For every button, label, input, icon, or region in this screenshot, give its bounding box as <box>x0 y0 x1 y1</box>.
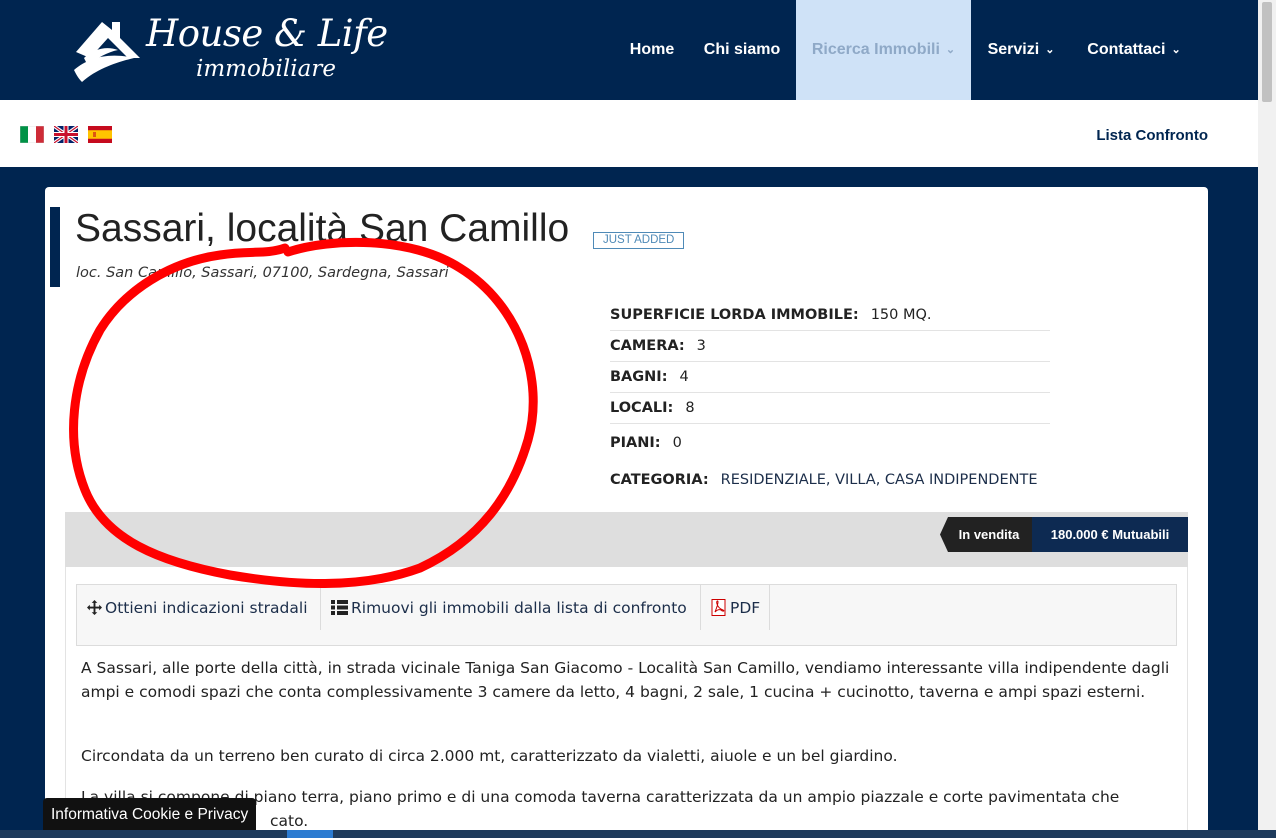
nav-ricerca-immobili[interactable]: Ricerca Immobili ⌄ <box>796 0 971 100</box>
spec-key: CATEGORIA: <box>610 471 709 488</box>
pdf-button[interactable]: PDF <box>701 585 770 630</box>
spec-key: CAMERA: <box>610 338 685 354</box>
listing-title: Sassari, località San Camillo <box>75 207 570 250</box>
just-added-badge: JUST ADDED <box>593 232 685 249</box>
spec-value: 4 <box>679 369 689 385</box>
pdf-label: PDF <box>730 598 761 617</box>
compare-list-link[interactable]: Lista Confronto <box>1096 127 1208 144</box>
spec-value: 150 MQ. <box>870 307 932 323</box>
nav-contattaci-label: Contattaci <box>1087 41 1166 58</box>
spec-value: 8 <box>685 400 695 416</box>
directions-label: Ottieni indicazioni stradali <box>105 598 308 617</box>
english-flag-icon[interactable] <box>54 126 78 143</box>
site-logo[interactable]: House & Life immobiliare <box>68 8 388 88</box>
spec-key: PIANI: <box>610 434 661 451</box>
status-badge: In vendita <box>940 517 1032 552</box>
language-bar <box>0 100 1258 167</box>
list-icon <box>331 600 348 615</box>
nav-chi-siamo-label: Chi siamo <box>703 41 781 58</box>
house-logo-icon <box>74 22 140 82</box>
spec-value: 3 <box>696 338 706 354</box>
spec-row: SUPERFICIE LORDA IMMOBILE: 150 MQ. <box>610 300 1050 331</box>
title-accent-bar <box>50 207 60 287</box>
remove-compare-label: Rimuovi gli immobili dalla lista di conf… <box>351 598 687 617</box>
spec-key: BAGNI: <box>610 369 668 385</box>
nav-home[interactable]: Home <box>616 0 688 100</box>
spec-row: LOCALI: 8 <box>610 393 1050 424</box>
remove-compare-button[interactable]: Rimuovi gli immobili dalla lista di conf… <box>321 585 701 630</box>
brand-subtitle: immobiliare <box>196 56 336 82</box>
listing-address: loc. San Camillo, Sassari, 07100, Sardeg… <box>76 265 449 281</box>
cookie-privacy-banner[interactable]: Informativa Cookie e Privacy <box>43 798 257 831</box>
nav-ricerca-immobili-label: Ricerca Immobili <box>811 41 940 58</box>
pdf-icon <box>711 599 726 616</box>
move-arrows-icon <box>87 600 102 615</box>
price-badge: 180.000 € Mutuabili <box>1032 517 1188 552</box>
description-paragraph: A Sassari, alle porte della città, in st… <box>81 659 1170 701</box>
taskbar <box>0 830 1276 838</box>
chevron-down-icon: ⌄ <box>1171 43 1181 56</box>
scrollbar-thumb[interactable] <box>1262 2 1272 102</box>
spanish-flag-icon[interactable] <box>88 126 112 143</box>
chevron-down-icon: ⌄ <box>1045 43 1055 56</box>
scrollbar[interactable] <box>1258 0 1276 838</box>
spec-row: BAGNI: 4 <box>610 362 1050 393</box>
nav-contattaci[interactable]: Contattaci ⌄ <box>1074 0 1194 100</box>
category-links[interactable]: RESIDENZIALE, VILLA, CASA INDIPENDENTE <box>721 472 1038 488</box>
spec-row: PIANI: 0 <box>610 426 1050 459</box>
spec-row: CAMERA: 3 <box>610 331 1050 362</box>
chevron-down-icon: ⌄ <box>945 43 956 56</box>
spec-key: SUPERFICIE LORDA IMMOBILE: <box>610 307 859 323</box>
nav-servizi-label: Servizi <box>987 41 1040 58</box>
spec-value: 0 <box>672 434 682 451</box>
spec-key: LOCALI: <box>610 400 674 416</box>
nav-chi-siamo[interactable]: Chi siamo <box>693 0 791 100</box>
nav-home-label: Home <box>629 41 675 58</box>
description-paragraph: Circondata da un terreno ben curato di c… <box>81 747 898 765</box>
taskbar-active-app[interactable] <box>287 830 333 838</box>
directions-button[interactable]: Ottieni indicazioni stradali <box>77 585 321 630</box>
nav-servizi[interactable]: Servizi ⌄ <box>976 0 1066 100</box>
italian-flag-icon[interactable] <box>20 126 44 143</box>
spec-row-category: CATEGORIA: RESIDENZIALE, VILLA, CASA IND… <box>610 463 1170 496</box>
brand-title: House & Life <box>146 12 388 55</box>
